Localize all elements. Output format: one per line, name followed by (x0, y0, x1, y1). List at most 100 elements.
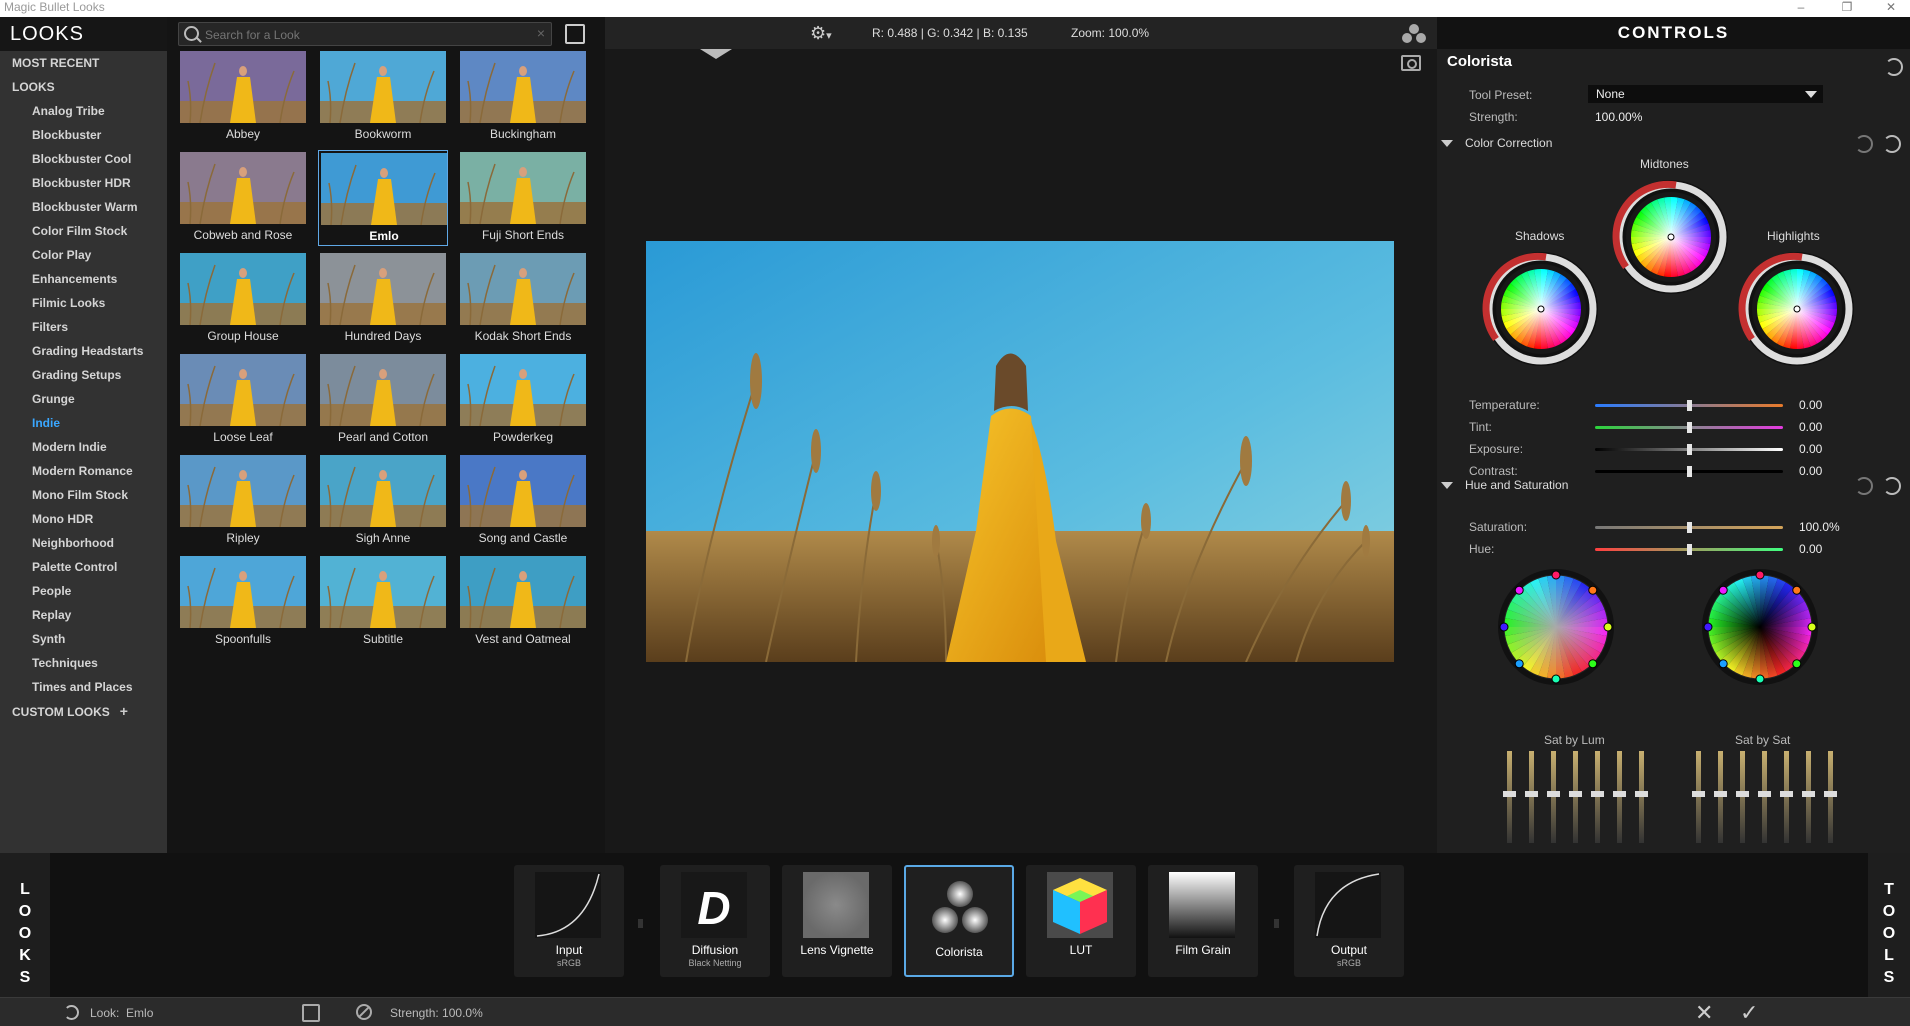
fader-knob[interactable] (1692, 791, 1705, 797)
midtones-color-wheel[interactable] (1611, 177, 1731, 297)
reset-color-correction-icon[interactable] (1883, 135, 1901, 153)
look-thumbnail[interactable]: Ripley (178, 453, 308, 549)
category-item[interactable]: Enhancements (0, 267, 167, 291)
fader-track[interactable] (1736, 751, 1749, 843)
slider-track[interactable] (1595, 400, 1783, 411)
slider-track[interactable] (1595, 544, 1783, 555)
slider-track[interactable] (1595, 444, 1783, 455)
look-thumbnail[interactable]: Emlo (318, 150, 448, 246)
viewer-split-triangle-icon[interactable] (700, 49, 732, 59)
bypass-section-icon[interactable] (1855, 135, 1873, 153)
fader-track[interactable] (1503, 751, 1516, 843)
gear-icon[interactable]: ⚙▾ (810, 23, 832, 44)
ok-button[interactable]: ✓ (1740, 1000, 1758, 1026)
category-item[interactable]: Analog Tribe (0, 99, 167, 123)
fader-knob[interactable] (1525, 791, 1538, 797)
slider-track[interactable] (1595, 422, 1783, 433)
category-item[interactable]: Color Film Stock (0, 219, 167, 243)
category-item[interactable]: Modern Indie (0, 435, 167, 459)
look-thumbnail[interactable]: Group House (178, 251, 308, 347)
fader-track[interactable] (1802, 751, 1815, 843)
category-item[interactable]: Color Play (0, 243, 167, 267)
category-item[interactable]: Blockbuster HDR (0, 171, 167, 195)
revert-look-icon[interactable] (64, 1005, 79, 1020)
clear-search-icon[interactable]: × (537, 25, 545, 41)
category-looks[interactable]: LOOKS (0, 75, 167, 99)
slider-value[interactable]: 0.00 (1799, 442, 1822, 456)
fader-knob[interactable] (1714, 791, 1727, 797)
strength-value[interactable]: 100.00% (1595, 110, 1642, 124)
look-thumbnail[interactable]: Loose Leaf (178, 352, 308, 448)
category-item[interactable]: Filmic Looks (0, 291, 167, 315)
look-thumbnail[interactable]: Kodak Short Ends (458, 251, 588, 347)
save-look-icon[interactable] (302, 1004, 320, 1022)
fader-knob[interactable] (1802, 791, 1815, 797)
saturation-wheel[interactable] (1700, 567, 1820, 687)
restore-icon[interactable]: ❐ (1832, 0, 1862, 17)
fader-knob[interactable] (1758, 791, 1771, 797)
look-thumbnail[interactable]: Fuji Short Ends (458, 150, 588, 246)
tool-colorista[interactable]: Colorista (904, 865, 1014, 977)
hue-shift-wheel[interactable] (1496, 567, 1616, 687)
category-item[interactable]: People (0, 579, 167, 603)
minimize-icon[interactable]: – (1786, 0, 1816, 17)
slider-value[interactable]: 0.00 (1799, 542, 1822, 556)
look-thumbnail[interactable]: Cobweb and Rose (178, 150, 308, 246)
category-item[interactable]: Mono Film Stock (0, 483, 167, 507)
look-thumbnail[interactable]: Powderkeg (458, 352, 588, 448)
slider-knob[interactable] (1687, 400, 1692, 411)
fader-track[interactable] (1824, 751, 1837, 843)
fader-knob[interactable] (1736, 791, 1749, 797)
category-item[interactable]: Blockbuster Warm (0, 195, 167, 219)
status-strength-value[interactable]: 100.0% (442, 1006, 483, 1020)
tool-film-grain[interactable]: Film Grain (1148, 865, 1258, 977)
look-thumbnail[interactable]: Pearl and Cotton (318, 352, 448, 448)
slider-knob[interactable] (1687, 544, 1692, 555)
fader-track[interactable] (1714, 751, 1727, 843)
fader-track[interactable] (1780, 751, 1793, 843)
slider-knob[interactable] (1687, 522, 1692, 533)
fader-track[interactable] (1525, 751, 1538, 843)
category-item[interactable]: Neighborhood (0, 531, 167, 555)
slider-track[interactable] (1595, 466, 1783, 477)
category-item[interactable]: Mono HDR (0, 507, 167, 531)
slider-value[interactable]: 0.00 (1799, 420, 1822, 434)
category-item[interactable]: Times and Places (0, 675, 167, 699)
reset-hue-saturation-icon[interactable] (1883, 477, 1901, 495)
bypass-look-icon[interactable] (356, 1004, 372, 1020)
fader-track[interactable] (1758, 751, 1771, 843)
fader-track[interactable] (1692, 751, 1705, 843)
look-thumbnail[interactable]: Vest and Oatmeal (458, 554, 588, 650)
tool-diffusion[interactable]: D Diffusion Black Netting (660, 865, 770, 977)
look-thumbnail[interactable]: Bookworm (318, 49, 448, 145)
fader-knob[interactable] (1591, 791, 1604, 797)
fader-knob[interactable] (1824, 791, 1837, 797)
fader-track[interactable] (1635, 751, 1648, 843)
split-view-icon[interactable] (1401, 23, 1427, 43)
fader-track[interactable] (1591, 751, 1604, 843)
fader-knob[interactable] (1569, 791, 1582, 797)
slider-value[interactable]: 0.00 (1799, 398, 1822, 412)
snapshot-camera-icon[interactable] (1401, 55, 1421, 71)
slider-value[interactable]: 100.0% (1799, 520, 1840, 534)
color-correction-section[interactable]: Color Correction (1441, 136, 1552, 150)
looks-side-tab[interactable]: LOOKS (0, 853, 50, 997)
look-thumbnail[interactable]: Subtitle (318, 554, 448, 650)
close-window-icon[interactable]: ✕ (1876, 0, 1906, 17)
fader-track[interactable] (1547, 751, 1560, 843)
category-item[interactable]: Modern Romance (0, 459, 167, 483)
category-item[interactable]: Grading Setups (0, 363, 167, 387)
slider-track[interactable] (1595, 522, 1783, 533)
slider-value[interactable]: 0.00 (1799, 464, 1822, 478)
look-thumbnail[interactable]: Abbey (178, 49, 308, 145)
tool-input[interactable]: Input sRGB (514, 865, 624, 977)
highlights-color-wheel[interactable] (1737, 249, 1857, 369)
bypass-section-icon[interactable] (1855, 477, 1873, 495)
search-input[interactable] (203, 25, 527, 44)
category-item[interactable]: Grading Headstarts (0, 339, 167, 363)
look-thumbnail[interactable]: Spoonfulls (178, 554, 308, 650)
slider-knob[interactable] (1687, 466, 1692, 477)
look-thumbnail[interactable]: Buckingham (458, 49, 588, 145)
custom-looks-item[interactable]: CUSTOM LOOKS + (0, 699, 167, 723)
category-item[interactable]: Blockbuster (0, 123, 167, 147)
